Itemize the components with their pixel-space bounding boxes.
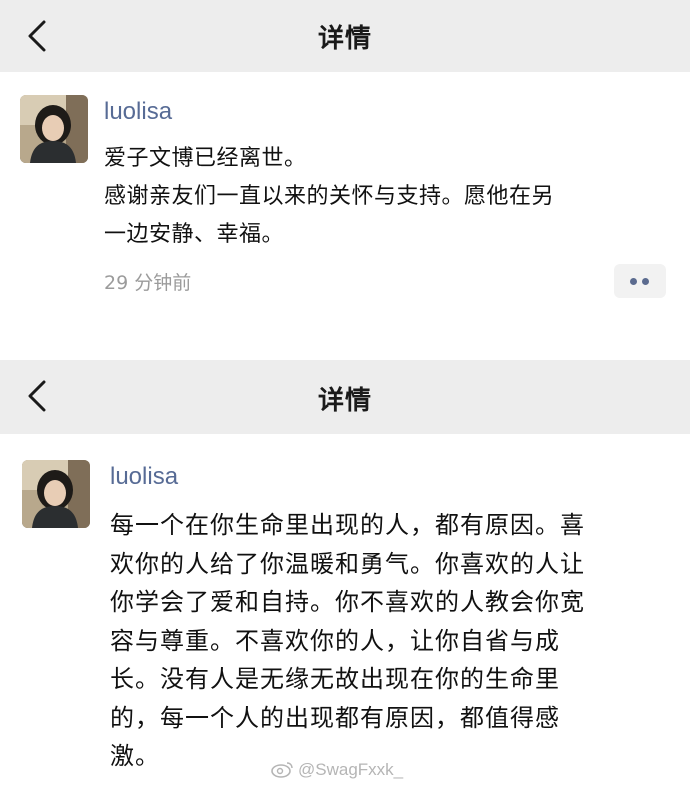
post-timestamp: 29 分钟前 bbox=[104, 272, 192, 294]
post-text-line: 的，每一个人的出现都有原因，都值得感 bbox=[110, 703, 560, 732]
post-text-line: 长。没有人是无缘无故出现在你的生命里 bbox=[110, 665, 560, 693]
more-dots-icon bbox=[642, 278, 649, 285]
avatar-portrait-image bbox=[20, 95, 88, 163]
username-link[interactable]: luolisa bbox=[110, 463, 178, 491]
page-title: 详情 bbox=[317, 24, 372, 54]
post-text-line: 容与尊重。不喜欢你的人，让你自省与成 bbox=[110, 626, 560, 655]
avatar[interactable] bbox=[20, 95, 88, 163]
post-text-line: 欢你的人给了你温暖和勇气。你喜欢的人让 bbox=[110, 549, 585, 578]
username-link[interactable]: luolisa bbox=[104, 98, 172, 126]
more-dots-icon bbox=[630, 278, 637, 285]
page-title: 详情 bbox=[317, 386, 372, 416]
weibo-icon bbox=[270, 760, 294, 778]
post-detail-screen-1: 详情 luolisa 爱子文博已经离世。 感谢亲友们一直以来的关怀与支持。愿他在… bbox=[0, 0, 690, 336]
avatar-portrait-image bbox=[22, 460, 90, 528]
watermark-text: @SwagFxxk_ bbox=[298, 760, 404, 779]
post-text-line: 爱子文博已经离世。 bbox=[104, 146, 307, 171]
post-detail-screen-2: 详情 luolisa 每一个在你生命里出现的人，都有原因。喜 欢你的人给了你温暖… bbox=[0, 360, 690, 792]
post-text-line: 每一个在你生命里出现的人，都有原因。喜 bbox=[110, 511, 585, 539]
avatar[interactable] bbox=[22, 460, 90, 528]
more-options-button[interactable] bbox=[614, 264, 666, 298]
screenshot-separator bbox=[0, 336, 690, 360]
watermark: @SwagFxxk_ bbox=[270, 760, 403, 780]
post-content: 每一个在你生命里出现的人，都有原因。喜 欢你的人给了你温暖和勇气。你喜欢的人让 … bbox=[110, 506, 676, 776]
nav-bar: 详情 bbox=[0, 0, 690, 72]
post-content: 爱子文博已经离世。 感谢亲友们一直以来的关怀与支持。愿他在另 一边安静、幸福。 bbox=[104, 140, 674, 254]
post-text-line: 你学会了爱和自持。你不喜欢的人教会你宽 bbox=[110, 588, 585, 616]
post-text-line: 一边安静、幸福。 bbox=[104, 222, 285, 247]
nav-bar: 详情 bbox=[0, 360, 690, 434]
post-text-line: 感谢亲友们一直以来的关怀与支持。愿他在另 bbox=[104, 184, 555, 209]
